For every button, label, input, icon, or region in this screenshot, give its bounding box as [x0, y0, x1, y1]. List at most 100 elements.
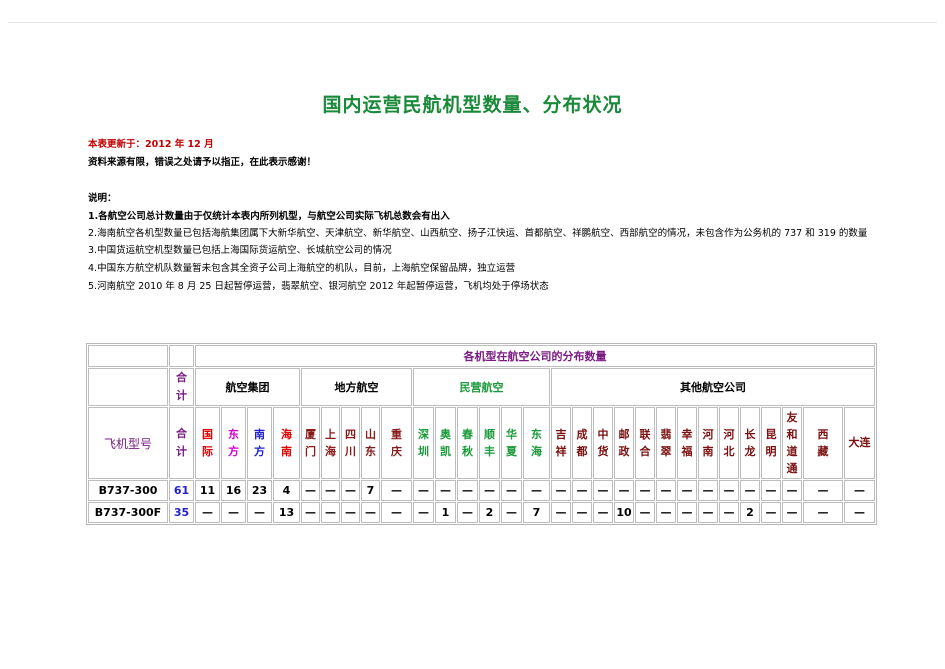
page-title: 国内运营民航机型数量、分布状况 — [322, 94, 623, 116]
table-cell: — — [844, 480, 875, 501]
model-name: B737-300 — [88, 480, 168, 501]
table-cell: 10 — [614, 502, 634, 523]
table-cell: — — [413, 502, 434, 523]
airline-header: 大连 — [844, 407, 875, 479]
airline-name: 大连 — [848, 436, 871, 449]
table-cell: — — [221, 502, 246, 523]
table-cell: 4 — [273, 480, 300, 501]
group-private-airlines: 民营航空 — [413, 368, 550, 406]
table-cell: — — [740, 480, 760, 501]
row-total: 35 — [169, 502, 194, 523]
notes-block: 本表更新于：2012 年 12 月 资料来源有限，错误之处请予以指正，在此表示感… — [88, 136, 888, 296]
airline-name: 春秋 — [462, 427, 473, 458]
airline-name: 昆明 — [765, 427, 777, 458]
airline-name: 上海 — [325, 427, 336, 458]
table-cell: — — [719, 502, 739, 523]
airline-header: 上海 — [321, 407, 340, 479]
table-cell: — — [803, 480, 843, 501]
table-cell: — — [457, 502, 478, 523]
blank-cell — [88, 368, 168, 406]
table-cell: — — [435, 480, 456, 501]
airline-header: 昆明 — [761, 407, 781, 479]
table-cell: 13 — [273, 502, 300, 523]
total-header-top: 合计 — [169, 368, 194, 406]
airline-header: 中货 — [593, 407, 613, 479]
table-cell: 2 — [740, 502, 760, 523]
airline-name: 四川 — [345, 427, 356, 458]
table-cell: — — [593, 480, 613, 501]
airline-header: 山东 — [361, 407, 380, 479]
airline-header: 奥凯 — [435, 407, 456, 479]
airline-header: 成都 — [572, 407, 592, 479]
table-cell: — — [572, 480, 592, 501]
table-cell: — — [677, 502, 697, 523]
table-cell: — — [656, 480, 676, 501]
airline-name: 山东 — [365, 427, 376, 458]
table-cell: 2 — [479, 502, 500, 523]
table-cell: — — [523, 480, 550, 501]
note-3: 3.中国货运航空机型数量已包括上海国际货运航空、长城航空公司的情况 — [88, 245, 392, 256]
group-airline-group: 航空集团 — [195, 368, 300, 406]
table-cell: — — [301, 480, 320, 501]
airline-name: 国际 — [202, 427, 213, 458]
table-cell: — — [551, 502, 571, 523]
group-local-airlines: 地方航空 — [301, 368, 412, 406]
airline-name: 华夏 — [506, 427, 517, 458]
table-cell: — — [698, 480, 718, 501]
airline-name: 海南 — [281, 427, 292, 458]
table-cell: — — [761, 502, 781, 523]
table-cell: — — [719, 480, 739, 501]
airline-header: 四川 — [341, 407, 360, 479]
airline-header: 厦门 — [301, 407, 320, 479]
blank-cell — [88, 345, 168, 367]
airline-name: 中货 — [597, 427, 609, 458]
table-cell: — — [413, 480, 434, 501]
airline-header: 华夏 — [501, 407, 522, 479]
table-cell: — — [479, 480, 500, 501]
airline-name: 东海 — [531, 427, 542, 458]
note-2: 2.海南航空各机型数量已包括海航集团属下大新华航空、天津航空、新华航空、山西航空… — [88, 228, 868, 239]
airline-header: 东海 — [523, 407, 550, 479]
table-cell: — — [761, 480, 781, 501]
table-cell: — — [341, 502, 360, 523]
table-cell: — — [247, 502, 272, 523]
airline-header: 邮政 — [614, 407, 634, 479]
table-cell: — — [457, 480, 478, 501]
note-1: 1.各航空公司总计数量由于仅统计本表内所列机型，与航空公司实际飞机总数会有出入 — [88, 211, 450, 222]
table-cell: — — [572, 502, 592, 523]
table-cell: — — [341, 480, 360, 501]
airline-name: 东方 — [228, 427, 239, 458]
table-cell: — — [321, 480, 340, 501]
airline-header: 幸福 — [677, 407, 697, 479]
model-header: 飞机型号 — [88, 407, 168, 479]
table-cell: — — [301, 502, 320, 523]
table-cell: — — [803, 502, 843, 523]
table-cell: — — [782, 480, 802, 501]
airline-name: 厦门 — [305, 427, 316, 458]
table-cell: — — [635, 480, 655, 501]
airline-name: 幸福 — [681, 427, 693, 458]
table-cell: 7 — [361, 480, 380, 501]
airline-header: 河北 — [719, 407, 739, 479]
airline-name: 南方 — [254, 427, 265, 458]
notes-title: 说明： — [88, 193, 117, 204]
airline-header: 河南 — [698, 407, 718, 479]
note-5: 5.河南航空 2010 年 8 月 25 日起暂停运营，翡翠航空、银河航空 20… — [88, 281, 549, 292]
table-cell: — — [381, 502, 412, 523]
table-cell: — — [782, 502, 802, 523]
airline-header: 吉祥 — [551, 407, 571, 479]
disclaimer: 资料来源有限，错误之处请予以指正，在此表示感谢！ — [88, 157, 317, 168]
table-cell: — — [635, 502, 655, 523]
table-cell: 11 — [195, 480, 220, 501]
airline-header: 顺丰 — [479, 407, 500, 479]
airline-name: 西藏 — [817, 427, 829, 458]
table-cell: — — [593, 502, 613, 523]
table-cell: 16 — [221, 480, 246, 501]
table-cell: — — [698, 502, 718, 523]
airline-header: 重庆 — [381, 407, 412, 479]
table-cell: — — [501, 480, 522, 501]
airline-header: 海南 — [273, 407, 300, 479]
note-4: 4.中国东方航空机队数量暂未包含其全资子公司上海航空的机队，目前，上海航空保留品… — [88, 263, 516, 274]
airline-header: 翡翠 — [656, 407, 676, 479]
table-cell: — — [321, 502, 340, 523]
